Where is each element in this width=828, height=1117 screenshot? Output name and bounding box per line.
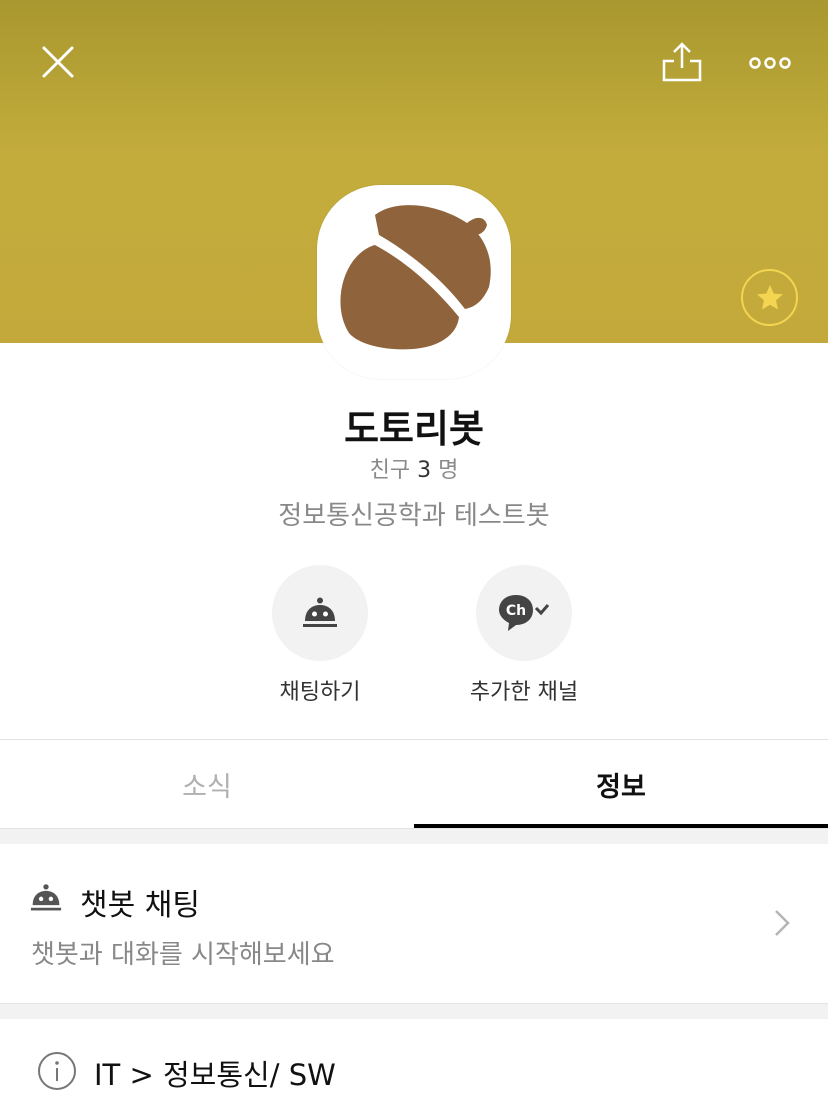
profile-name: 도토리봇 [344, 407, 484, 451]
favorite-star-button[interactable] [741, 269, 798, 326]
chevron-right-icon [772, 908, 792, 942]
section-divider [0, 1003, 828, 1019]
chatbot-title: 챗봇 채팅 [80, 888, 200, 923]
friends-count: 친구 3 명 [0, 452, 828, 484]
tab-info[interactable]: 정보 [414, 740, 828, 828]
chat-button-circle[interactable] [272, 565, 368, 661]
profile-description: 정보통신공학과 테스트봇 [278, 501, 550, 531]
chatbot-subtitle: 챗봇과 대화를 시작해보세요 [31, 940, 335, 970]
star-icon [756, 284, 783, 309]
added-channel-label: 추가한 채널 [469, 680, 579, 705]
friends-suffix: 명 [438, 458, 459, 483]
category-row: IT > 정보통신/ SW [0, 1019, 828, 1117]
tab-bar: 소식 정보 [0, 739, 828, 828]
bot-icon [30, 883, 62, 917]
added-channel-circle[interactable]: Ch [476, 565, 572, 661]
category-text: IT > 정보통신/ SW [94, 1058, 336, 1092]
more-icon[interactable] [746, 48, 794, 78]
channel-added-icon: Ch [499, 595, 550, 631]
tab-news[interactable]: 소식 [0, 740, 414, 828]
friends-number: 3 [417, 458, 432, 483]
acorn-icon [340, 205, 491, 350]
added-channel-button[interactable]: Ch 추가한 채널 [434, 565, 614, 706]
profile-page: 도토리봇 친구 3 명 정보통신공학과 테스트봇 채팅하기 Ch 추가한 채널 [0, 0, 828, 1117]
profile-image[interactable] [317, 185, 511, 379]
svg-text:Ch: Ch [506, 603, 526, 619]
chatbot-chat-row[interactable]: 챗봇 채팅 챗봇과 대화를 시작해보세요 [0, 844, 828, 1003]
friends-prefix: 친구 [369, 458, 411, 483]
info-icon [37, 1051, 77, 1095]
share-icon[interactable] [660, 40, 704, 84]
chat-button-label: 채팅하기 [279, 680, 361, 705]
close-icon[interactable] [38, 42, 78, 82]
bot-icon [303, 597, 337, 627]
chat-button[interactable]: 채팅하기 [230, 565, 410, 706]
section-divider [0, 828, 828, 844]
